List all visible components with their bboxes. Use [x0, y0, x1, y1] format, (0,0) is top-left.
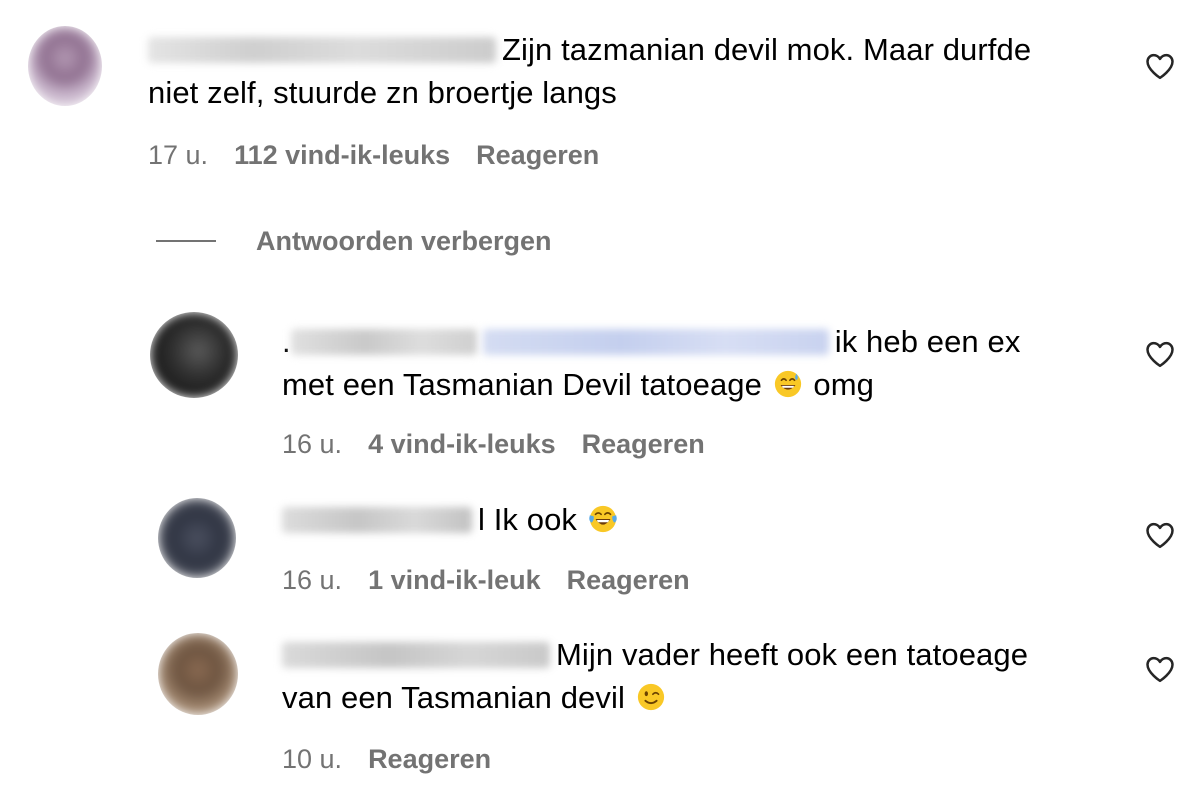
comment-text-line2: niet zelf, stuurde zn broertje langs	[148, 75, 617, 110]
heart-icon[interactable]	[1145, 521, 1175, 549]
username-blurred[interactable]	[148, 37, 496, 63]
comment-text-line1: ik heb een ex	[834, 324, 1021, 359]
username-blurred[interactable]	[282, 507, 472, 533]
reply-3: Mijn vader heeft ook een tatoeage van ee…	[0, 625, 1200, 785]
comment-meta: 16 u. 4 vind-ik-leuks Reageren	[282, 428, 731, 460]
comment-text-prefix: .	[282, 324, 291, 359]
avatar[interactable]	[150, 312, 238, 398]
reply-button[interactable]: Reageren	[368, 744, 491, 774]
reply-1: . ik heb een ex met een Tasmanian Devil t…	[0, 300, 1200, 470]
comment-text-line1: Mijn vader heeft ook een tatoeage	[556, 637, 1029, 672]
grinning-face-with-sweat-icon	[774, 370, 801, 398]
hide-replies-label: Antwoorden verbergen	[256, 225, 552, 256]
likes-count[interactable]: 4 vind-ik-leuks	[368, 429, 556, 459]
comment-1: Zijn tazmanian devil mok. Maar durfde ni…	[0, 0, 1200, 190]
comment-text-line2: met een Tasmanian Devil tatoeage	[282, 367, 762, 402]
reply-button[interactable]: Reageren	[476, 140, 599, 170]
comment-time: 10 u.	[282, 744, 343, 774]
comment-text: Zijn tazmanian devil mok. Maar durfde ni…	[148, 28, 1128, 114]
comment-text: l Ik ook	[282, 498, 1122, 541]
comment-text-line1: Zijn tazmanian devil mok. Maar durfde	[502, 32, 1032, 67]
comment-text-suffix: omg	[813, 367, 875, 402]
comment-text: Mijn vader heeft ook een tatoeage van ee…	[282, 633, 1122, 719]
avatar[interactable]	[158, 498, 236, 578]
reply-button[interactable]: Reageren	[567, 565, 690, 595]
likes-count[interactable]: 1 vind-ik-leuk	[368, 565, 541, 595]
avatar[interactable]	[158, 633, 238, 715]
username-blurred[interactable]	[290, 329, 477, 355]
mention-blurred[interactable]	[482, 329, 829, 355]
comment-text-line2: van een Tasmanian devil	[282, 680, 625, 715]
heart-icon[interactable]	[1145, 340, 1175, 368]
comment-time: 16 u.	[282, 565, 343, 595]
heart-icon[interactable]	[1145, 655, 1175, 683]
comment-text-line1: l Ik ook	[478, 502, 578, 537]
divider-line	[156, 240, 216, 242]
comment-meta: 17 u. 112 vind-ik-leuks Reageren	[148, 139, 625, 171]
reply-button[interactable]: Reageren	[582, 429, 705, 459]
heart-icon[interactable]	[1145, 52, 1175, 80]
reply-2: l Ik ook 16 u. 1 vind-ik-leuk Reageren	[0, 490, 1200, 610]
winking-face-icon	[637, 683, 664, 711]
comment-text: . ik heb een ex met een Tasmanian Devil t…	[282, 320, 1122, 406]
comment-time: 16 u.	[282, 429, 343, 459]
comment-meta: 16 u. 1 vind-ik-leuk Reageren	[282, 564, 716, 596]
username-blurred[interactable]	[282, 642, 550, 668]
comment-meta: 10 u. Reageren	[282, 743, 517, 775]
avatar[interactable]	[28, 26, 102, 106]
likes-count[interactable]: 112 vind-ik-leuks	[234, 140, 450, 170]
hide-replies-button[interactable]: Antwoorden verbergen	[156, 224, 552, 258]
comment-time: 17 u.	[148, 140, 209, 170]
face-with-tears-of-joy-icon	[588, 505, 617, 533]
